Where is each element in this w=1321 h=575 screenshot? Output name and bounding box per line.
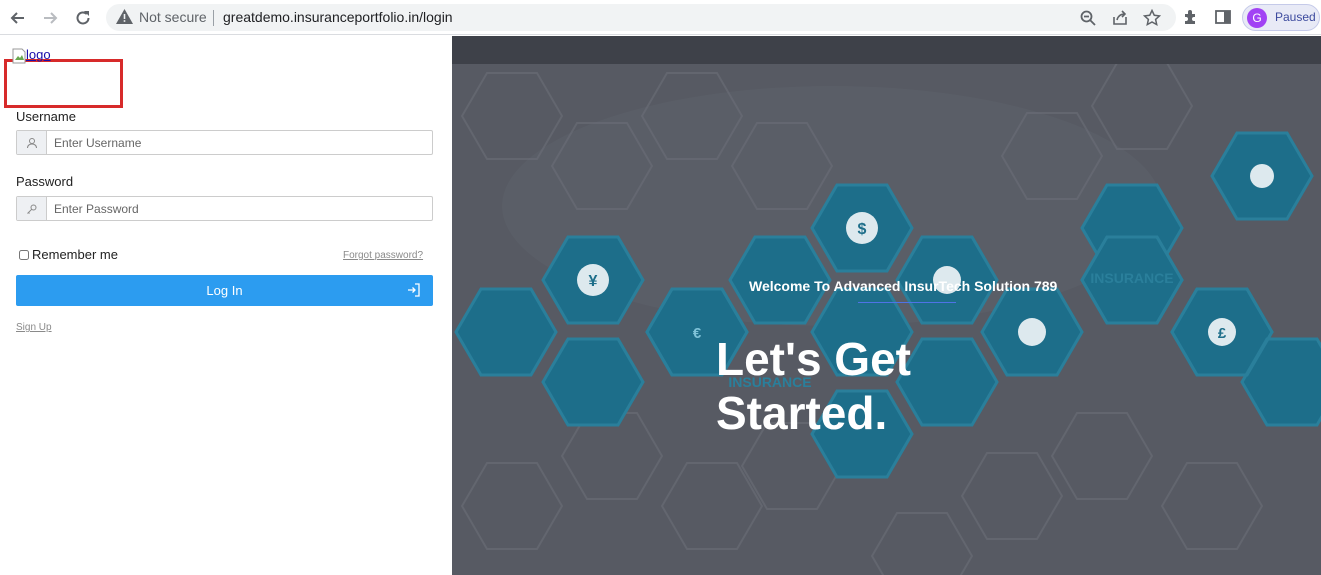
extensions-icon[interactable] [1181, 7, 1203, 29]
remember-me[interactable]: Remember me [19, 247, 118, 262]
username-input[interactable] [48, 131, 432, 154]
broken-image-icon [12, 48, 26, 64]
hero-headline: Let's Get Started. [716, 333, 911, 439]
svg-text:€: € [693, 325, 702, 342]
address-bar[interactable]: Not secure greatdemo.insuranceportfolio.… [106, 4, 1176, 31]
welcome-underline [858, 302, 956, 303]
zoom-icon[interactable] [1079, 9, 1097, 27]
security-label[interactable]: Not secure [139, 9, 207, 25]
logo-image[interactable]: logo [12, 48, 51, 64]
remember-label[interactable]: Remember me [32, 247, 118, 262]
hero-top-band [452, 36, 1321, 64]
sign-in-icon [408, 283, 420, 297]
hero-background-illustration: ¥ $ £ € INSURANCE INSURANCE [454, 62, 1321, 575]
browser-toolbar: Not secure greatdemo.insuranceportfolio.… [0, 0, 1321, 35]
login-button-label: Log In [206, 283, 243, 298]
profile-button[interactable]: G Paused [1242, 4, 1320, 31]
logo-highlight-frame [4, 59, 123, 108]
profile-status: Paused [1275, 10, 1316, 24]
login-panel: logo Username Password Remember me Forgo… [0, 36, 452, 575]
password-label: Password [16, 174, 74, 189]
sign-up-link[interactable]: Sign Up [16, 322, 52, 333]
reload-icon[interactable] [71, 6, 95, 30]
remember-checkbox[interactable] [19, 249, 29, 260]
bookmark-star-icon[interactable] [1142, 8, 1162, 27]
key-icon [17, 197, 47, 220]
svg-text:¥: ¥ [589, 273, 598, 290]
avatar: G [1247, 8, 1267, 28]
hexagon-label-insurance: INSURANCE [1090, 270, 1173, 286]
side-panel-icon[interactable] [1213, 7, 1235, 29]
svg-text:$: $ [858, 221, 867, 238]
user-icon [17, 131, 47, 154]
username-field[interactable] [16, 130, 433, 155]
back-icon[interactable] [6, 6, 30, 30]
share-icon[interactable] [1111, 9, 1129, 27]
warning-icon[interactable] [116, 9, 133, 29]
forgot-password-link[interactable]: Forgot password? [343, 250, 423, 261]
forward-icon[interactable] [38, 6, 62, 30]
logo-alt-text: logo [26, 47, 51, 62]
login-button[interactable]: Log In [16, 275, 433, 306]
omnibox-divider [213, 10, 214, 26]
hero-panel: ¥ $ £ € INSURANCE INSURANCE Welcome To A… [452, 36, 1321, 575]
svg-text:£: £ [1218, 325, 1227, 342]
password-input[interactable] [48, 197, 432, 220]
welcome-text: Welcome To Advanced InsurTech Solution 7… [749, 278, 1058, 294]
username-label: Username [16, 109, 76, 124]
url-text[interactable]: greatdemo.insuranceportfolio.in/login [223, 9, 453, 25]
password-field[interactable] [16, 196, 433, 221]
